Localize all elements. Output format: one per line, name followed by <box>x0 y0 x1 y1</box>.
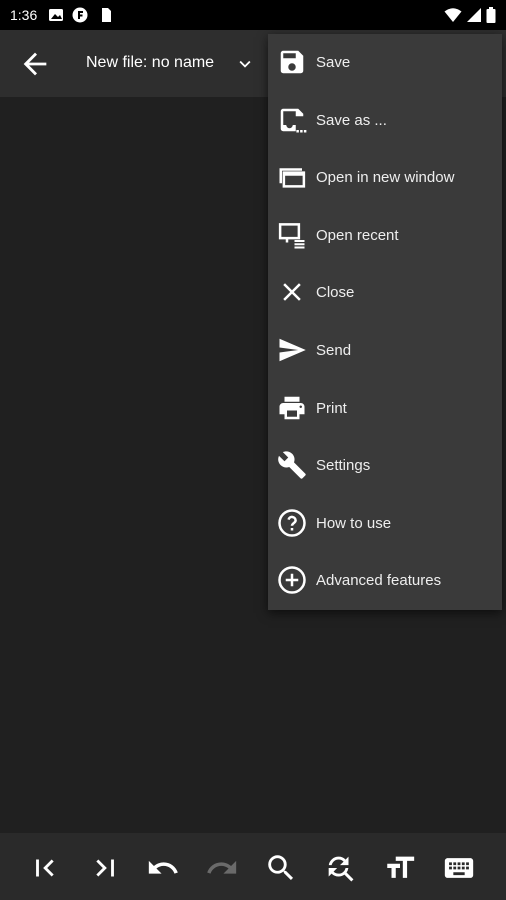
menu-item-label: Save as ... <box>316 111 387 129</box>
file-title[interactable]: New file: no name <box>86 54 214 72</box>
menu-item-label: Advanced features <box>316 572 442 590</box>
bottom-toolbar <box>0 833 506 900</box>
arrow-back-icon[interactable] <box>18 47 52 81</box>
menu-item-open-recent[interactable]: Open recent <box>268 207 502 264</box>
menu-item-label: Settings <box>316 457 371 475</box>
add-circle-icon <box>277 565 307 595</box>
text-size-icon[interactable] <box>383 851 417 885</box>
undo-icon[interactable] <box>146 851 180 885</box>
send-icon <box>277 335 307 365</box>
overflow-menu: Save Save as ... Open in new window Open… <box>268 34 502 610</box>
menu-item-open-in-new-window[interactable]: Open in new window <box>268 149 502 206</box>
open-recent-icon <box>277 220 307 250</box>
menu-item-label: Send <box>316 342 352 359</box>
image-icon <box>48 7 64 23</box>
jump-to-end-icon[interactable] <box>87 851 121 885</box>
save-as-icon <box>277 105 307 135</box>
menu-item-label: Open recent <box>316 226 399 244</box>
keyboard-icon[interactable] <box>442 851 476 885</box>
menu-item-print[interactable]: Print <box>268 380 502 437</box>
search-replace-icon[interactable] <box>323 851 357 885</box>
menu-item-label: Open in new window <box>316 169 455 187</box>
menu-item-label: How to use <box>316 514 392 532</box>
jump-to-start-icon[interactable] <box>29 851 63 885</box>
search-icon[interactable] <box>264 851 298 885</box>
menu-item-settings[interactable]: Settings <box>268 437 502 494</box>
menu-item-advanced-features[interactable]: Advanced features <box>268 552 502 609</box>
wrench-icon <box>277 450 307 480</box>
menu-item-save-as[interactable]: Save as ... <box>268 92 502 149</box>
save-icon <box>277 47 307 77</box>
menu-item-label: Save <box>316 54 351 71</box>
signal-icon <box>466 7 482 23</box>
close-icon <box>277 277 307 307</box>
battery-icon <box>486 7 496 23</box>
sim-card-icon <box>98 7 114 23</box>
help-icon <box>277 508 307 538</box>
menu-item-send[interactable]: Send <box>268 322 502 379</box>
status-bar: 1:36 <box>0 0 506 30</box>
status-time: 1:36 <box>10 7 38 23</box>
menu-item-how-to-use[interactable]: How to use <box>268 495 502 552</box>
menu-item-label: Print <box>316 399 347 417</box>
redo-icon[interactable] <box>205 851 239 885</box>
menu-item-label: Close <box>316 284 355 302</box>
f-app-icon <box>72 7 88 23</box>
menu-item-save[interactable]: Save <box>268 34 502 91</box>
print-icon <box>277 393 307 423</box>
open-window-icon <box>277 162 307 192</box>
wifi-icon <box>444 7 462 23</box>
menu-item-close[interactable]: Close <box>268 264 502 321</box>
chevron-down-icon[interactable] <box>234 53 256 75</box>
